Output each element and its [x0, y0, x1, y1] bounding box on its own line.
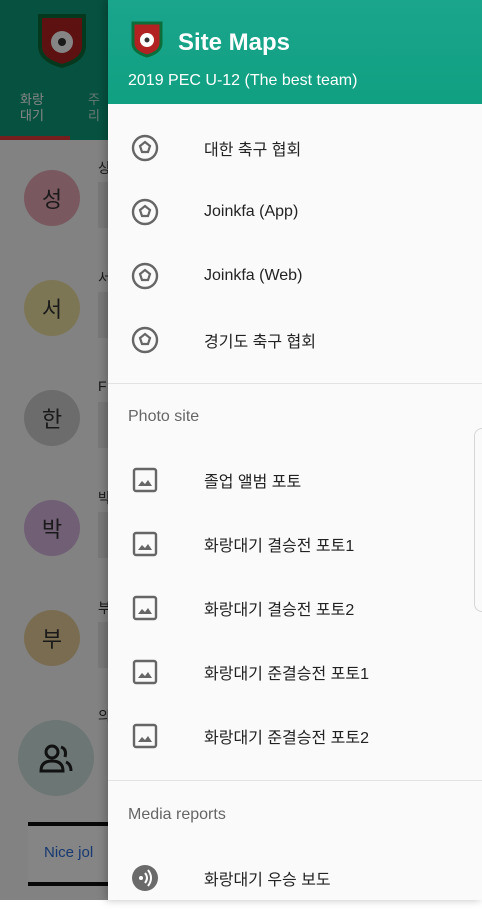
- menu-item-label: 화랑대기 결승전 포토2: [204, 602, 355, 619]
- menu-item-label: 졸업 앨범 포토: [204, 474, 302, 491]
- menu-item-gyeonggi-fa[interactable]: 경기도 축구 협회: [108, 308, 482, 372]
- drawer-header: Site Maps 2019 PEC U-12 (The best team): [108, 0, 482, 104]
- team-logo-icon: [131, 21, 163, 58]
- section-divider: [108, 383, 482, 384]
- section-title-media: Media reports: [128, 806, 226, 823]
- menu-item-semifinal-photo-2[interactable]: 화랑대기 준결승전 포토2: [108, 704, 482, 768]
- menu-item-label: 화랑대기 준결승전 포토1: [204, 666, 369, 683]
- podcast-icon: [130, 863, 160, 893]
- menu-item-label: Joinkfa (Web): [204, 267, 303, 284]
- image-icon: [130, 593, 160, 623]
- drawer-subtitle: 2019 PEC U-12 (The best team): [128, 72, 358, 89]
- menu-item-final-photo-1[interactable]: 화랑대기 결승전 포토1: [108, 512, 482, 576]
- image-icon: [130, 529, 160, 559]
- menu-item-graduation-photo[interactable]: 졸업 앨범 포토: [108, 448, 482, 512]
- menu-item-final-photo-2[interactable]: 화랑대기 결승전 포토2: [108, 576, 482, 640]
- menu-item-semifinal-photo-1[interactable]: 화랑대기 준결승전 포토1: [108, 640, 482, 704]
- menu-item-kfa[interactable]: 대한 축구 협회: [108, 116, 482, 180]
- menu-item-joinkfa-app[interactable]: Joinkfa (App): [108, 180, 482, 244]
- drawer-title: Site Maps: [178, 29, 291, 56]
- menu-item-label: 경기도 축구 협회: [204, 334, 316, 351]
- image-icon: [130, 657, 160, 687]
- menu-item-label: 화랑대기 결승전 포토1: [204, 538, 355, 555]
- soccer-ball-icon: [130, 325, 160, 355]
- menu-item-joinkfa-web[interactable]: Joinkfa (Web): [108, 244, 482, 308]
- soccer-ball-icon: [130, 197, 160, 227]
- section-title-photo: Photo site: [128, 408, 200, 425]
- navigation-drawer: Site Maps 2019 PEC U-12 (The best team) …: [108, 0, 482, 900]
- menu-item-label: 대한 축구 협회: [204, 142, 302, 159]
- soccer-ball-icon: [130, 261, 160, 291]
- menu-item-label: 화랑대기 준결승전 포토2: [204, 730, 369, 747]
- menu-item-label: 화랑대기 우승 보도: [204, 872, 331, 889]
- edge-scroll-handle[interactable]: [474, 428, 482, 612]
- image-icon: [130, 721, 160, 751]
- menu-item-label: Joinkfa (App): [204, 203, 299, 220]
- section-divider: [108, 780, 482, 781]
- image-icon: [130, 465, 160, 495]
- soccer-ball-icon: [130, 133, 160, 163]
- menu-item-victory-report[interactable]: 화랑대기 우승 보도: [108, 846, 482, 910]
